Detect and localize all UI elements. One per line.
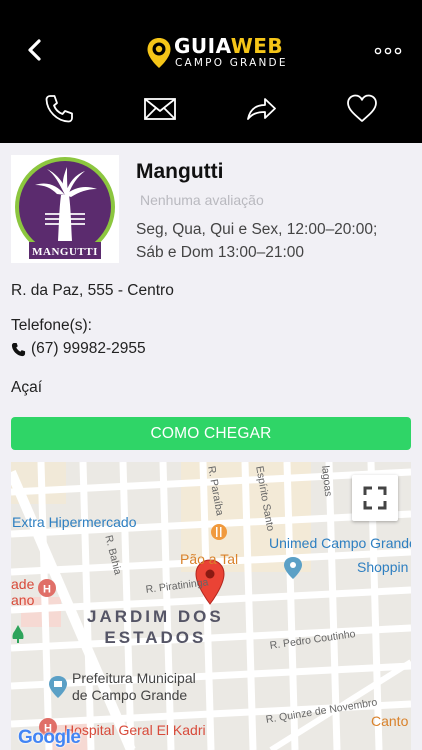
category: Açaí: [11, 379, 43, 396]
phone-link[interactable]: (67) 99982-2955: [11, 340, 146, 358]
hospital-icon: H: [38, 579, 56, 597]
map-label-pao-a-tal: Pão a Tal: [180, 551, 239, 567]
map-label-left-partial-1: ade: [11, 576, 35, 592]
fullscreen-button[interactable]: [352, 475, 398, 521]
phone-icon: [45, 95, 73, 123]
map-label-district: JARDIM DOS ESTADOS: [87, 606, 224, 648]
share-icon: [247, 98, 276, 120]
phone-icon: [11, 342, 26, 356]
call-button[interactable]: [42, 92, 78, 126]
hours-line-1: Seg, Qua, Qui e Sex, 12:00–20:00;: [136, 221, 378, 238]
phone-number: (67) 99982-2955: [31, 340, 146, 357]
opening-hours: Seg, Qua, Qui e Sex, 12:00–20:00; Sáb e …: [136, 218, 406, 264]
place-logo: MANGUTTI: [11, 155, 119, 263]
more-options-button[interactable]: [374, 44, 402, 56]
place-name: Mangutti: [136, 160, 224, 183]
favorite-button[interactable]: [345, 92, 381, 126]
directions-button[interactable]: COMO CHEGAR: [11, 417, 411, 450]
address: R. da Paz, 555 - Centro: [11, 282, 174, 299]
svg-text:H: H: [43, 584, 51, 596]
google-logo-text: Google: [18, 727, 81, 748]
logo-brand-part2: WEB: [230, 34, 284, 58]
map-label-hospital: Hospital Geral El Kadri: [64, 722, 206, 738]
envelope-icon: [144, 98, 176, 120]
app-logo: GUIAWEB CAMPO GRANDE: [146, 33, 286, 73]
top-bar: GUIAWEB CAMPO GRANDE: [0, 0, 422, 143]
hours-line-2: Sáb e Dom 13:00–21:00: [136, 244, 305, 261]
back-button[interactable]: [22, 36, 48, 64]
logo-subtitle: CAMPO GRANDE: [175, 57, 288, 69]
mangutti-logo-image: MANGUTTI: [15, 157, 115, 259]
prefeitura-line-2: de Campo Grande: [72, 687, 188, 703]
google-attribution: Google: [18, 727, 81, 749]
rating-text: Nenhuma avaliação: [140, 192, 264, 208]
map-label-shopping: Shoppin: [357, 559, 409, 575]
map-label-canto: Canto: [371, 713, 409, 729]
map-label-extra: Extra Hipermercado: [12, 514, 137, 530]
email-button[interactable]: [143, 92, 179, 126]
map-pin-icon: [147, 38, 171, 68]
map-label-left-partial-2: ano: [11, 592, 35, 608]
logo-title: GUIAWEB: [174, 34, 283, 58]
map-view[interactable]: H H Extra Hipermercado R. Bahia R. Paraí…: [11, 462, 411, 750]
chevron-left-icon: [28, 39, 41, 61]
prefeitura-line-1: Prefeitura Municipal: [72, 670, 196, 686]
more-dots-icon: [374, 47, 402, 55]
district-line-2: ESTADOS: [104, 628, 207, 647]
map-label-unimed: Unimed Campo Grande: [269, 535, 411, 551]
map-label-prefeitura: Prefeitura Municipal de Campo Grande: [72, 670, 196, 704]
fork-knife-icon: [211, 524, 227, 540]
heart-icon: [347, 94, 377, 122]
district-line-1: JARDIM DOS: [87, 607, 224, 626]
logo-text: MANGUTTI: [32, 246, 98, 258]
phone-label: Telefone(s):: [11, 317, 92, 334]
logo-brand-part1: GUIA: [174, 34, 231, 58]
fullscreen-icon: [363, 486, 387, 510]
share-button[interactable]: [244, 92, 280, 126]
